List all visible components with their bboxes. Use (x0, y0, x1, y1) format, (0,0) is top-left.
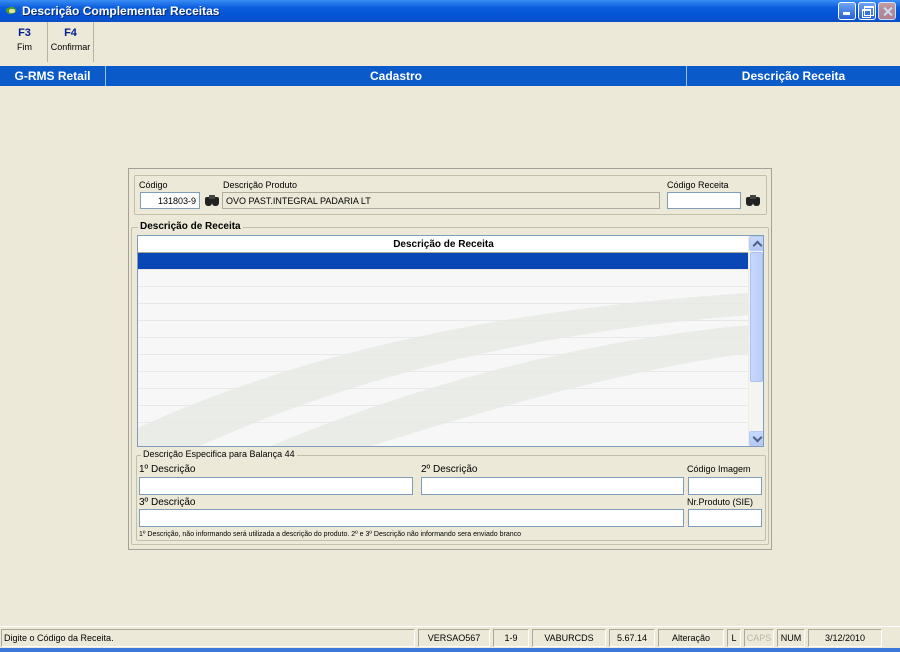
codigo-receita-search-icon[interactable] (745, 194, 761, 208)
main-panel: Código 131803-9 Descrição Produto OVO PA… (128, 168, 772, 550)
grid-row[interactable] (138, 372, 749, 389)
codigo-field[interactable]: 131803-9 (140, 192, 200, 209)
title-bar[interactable]: Descrição Complementar Receitas (0, 0, 900, 22)
status-build: 5.67.14 (609, 629, 655, 647)
screen-name: Descrição Receita (741, 69, 846, 83)
window-title: Descrição Complementar Receitas (22, 4, 220, 18)
grid-row-selected[interactable] (138, 253, 749, 270)
desc2-label: 2º Descrição (421, 464, 478, 475)
grid-row[interactable] (138, 287, 749, 304)
codigo-receita-label: Código Receita (667, 180, 729, 190)
window-controls (838, 2, 896, 20)
app-icon (4, 5, 18, 17)
fim-button[interactable]: F3 Fim (2, 22, 48, 62)
status-date: 3/12/2010 (808, 629, 882, 647)
confirmar-key: F4 (64, 27, 77, 39)
status-lock: L (727, 629, 741, 647)
descricao-produto-label: Descrição Produto (223, 180, 298, 190)
grid-row[interactable] (138, 389, 749, 406)
codigo-imagem-label: Código Imagem (687, 464, 751, 474)
scroll-up-icon[interactable] (749, 236, 763, 251)
scroll-thumb[interactable] (750, 252, 763, 382)
nr-produto-label: Nr.Produto (SIE) (687, 497, 754, 507)
confirmar-button[interactable]: F4 Confirmar (48, 22, 94, 62)
grid-body[interactable] (138, 253, 749, 446)
codigo-receita-field[interactable] (667, 192, 741, 209)
desc1-label: 1º Descrição (139, 464, 196, 475)
confirmar-label: Confirmar (50, 42, 91, 52)
grid-row[interactable] (138, 338, 749, 355)
balanca-legend: Descrição Especifica para Balança 44 (141, 449, 297, 459)
grid-row[interactable] (138, 355, 749, 372)
system-name: G-RMS Retail (0, 66, 106, 86)
status-num: NUM (777, 629, 805, 647)
grid-scrollbar[interactable] (748, 236, 763, 446)
desc1-field[interactable] (139, 477, 413, 495)
module-name: Cadastro (106, 66, 687, 86)
codigo-label: Código (139, 180, 168, 190)
status-mode: Alteração (658, 629, 724, 647)
receita-legend: Descrição de Receita (138, 221, 243, 232)
grid-row[interactable] (138, 304, 749, 321)
balanca-footnote: 1º Descrição, não informando será utiliz… (139, 531, 521, 538)
taskbar-edge (0, 648, 900, 652)
toolbar: F3 Fim F4 Confirmar (0, 22, 900, 64)
codigo-imagem-field[interactable] (688, 477, 762, 495)
grid-row[interactable] (138, 406, 749, 423)
header-band: G-RMS Retail Cadastro Descrição Receita (0, 66, 900, 86)
grid-row[interactable] (138, 270, 749, 287)
descricao-produto-field: OVO PAST.INTEGRAL PADARIA LT (222, 192, 660, 209)
desc3-label: 3º Descrição (139, 497, 196, 508)
desc3-field[interactable] (139, 509, 684, 527)
status-bar: Digite o Código da Receita. VERSAO567 1-… (0, 626, 900, 648)
receita-grid[interactable]: Descrição de Receita (137, 235, 764, 447)
restore-button[interactable] (858, 2, 876, 20)
grid-header[interactable]: Descrição de Receita (138, 236, 749, 253)
status-user: VABURCDS (532, 629, 606, 647)
fim-label: Fim (17, 42, 32, 52)
minimize-button[interactable] (838, 2, 856, 20)
grid-rows (138, 253, 749, 423)
status-message: Digite o Código da Receita. (1, 629, 415, 647)
status-version: VERSAO567 (418, 629, 490, 647)
scroll-down-icon[interactable] (749, 431, 763, 446)
status-page: 1-9 (493, 629, 529, 647)
desc2-field[interactable] (421, 477, 684, 495)
codigo-search-icon[interactable] (204, 194, 220, 208)
nr-produto-field[interactable] (688, 509, 762, 527)
close-button[interactable] (878, 2, 896, 20)
fim-key: F3 (18, 27, 31, 39)
grid-row[interactable] (138, 321, 749, 338)
status-caps: CAPS (744, 629, 774, 647)
